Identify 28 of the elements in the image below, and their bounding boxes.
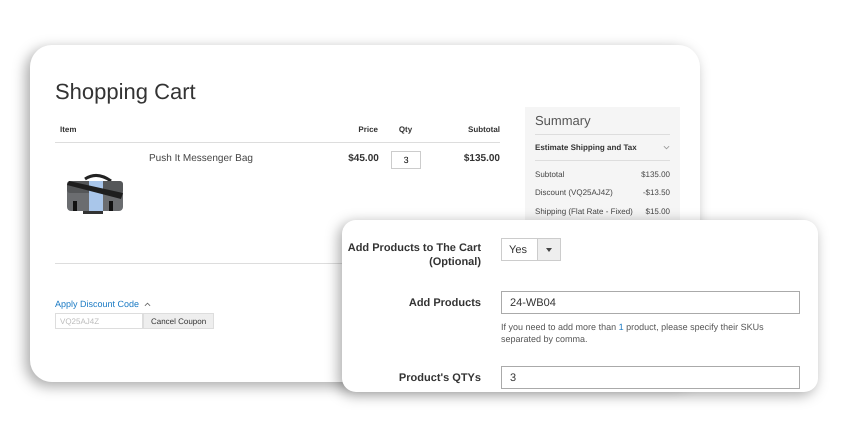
summary-label: Subtotal xyxy=(535,170,564,179)
column-header: Subtotal xyxy=(467,125,500,134)
help-text: If you need to add more than 1 product, please specify their SKUs separated by comma. xyxy=(501,321,765,345)
column-header: Price xyxy=(357,125,378,134)
select-field[interactable]: Yes xyxy=(501,238,561,261)
qtys-field[interactable]: 3 xyxy=(501,366,800,389)
summary-value: $15.00 xyxy=(646,207,670,216)
caret-icon xyxy=(546,248,552,252)
column-header: Qty xyxy=(398,125,414,134)
product-name[interactable]: Push It Messenger Bag xyxy=(149,151,253,217)
estimate-toggle[interactable]: Estimate Shipping and Tax xyxy=(535,143,637,152)
discount-toggle[interactable]: Apply Discount Code xyxy=(55,299,140,309)
field-label: Add Products to The Cart (Optional) xyxy=(346,241,481,269)
qty-field[interactable]: 3 xyxy=(391,151,422,169)
price-text: $45.00 xyxy=(347,152,379,164)
summary-value: -$13.50 xyxy=(642,188,670,197)
products-field[interactable]: 24-WB04 xyxy=(501,291,800,314)
summary-label: Discount (VQ25AJ4Z) xyxy=(535,188,613,197)
chevron-icon xyxy=(663,145,670,150)
page-title: Shopping Cart xyxy=(55,79,197,105)
column-header: Item xyxy=(59,125,78,134)
summary-label: Shipping (Flat Rate - Fixed) xyxy=(535,207,633,216)
field-label: Add Products xyxy=(408,296,481,310)
summary-value: $135.00 xyxy=(641,170,670,179)
field-label: Product's QTYs xyxy=(398,371,481,385)
subtotal-text: $135.00 xyxy=(462,152,500,164)
summary-title: Summary xyxy=(535,113,670,135)
cancel-coupon-button[interactable]: Cancel Coupon xyxy=(143,313,214,329)
